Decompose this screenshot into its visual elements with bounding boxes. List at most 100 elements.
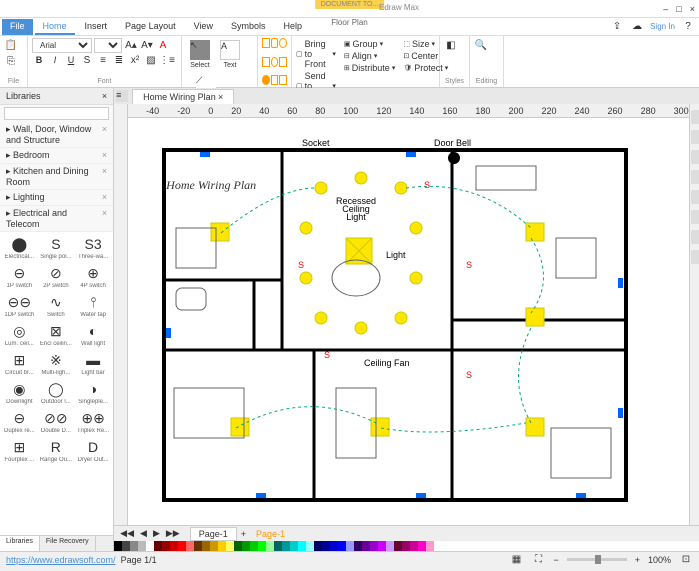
rtool-1[interactable] (691, 110, 699, 124)
tab-view[interactable]: View (186, 19, 221, 35)
shape-Electrical-[interactable]: ⬤Electrical... (2, 234, 37, 262)
rtool-7[interactable] (691, 230, 699, 244)
doc-menu-icon[interactable]: ≡ (116, 90, 128, 102)
page-first-button[interactable]: ◀◀ (118, 528, 136, 539)
shape-Singleple-[interactable]: ◑Singleple... (75, 379, 111, 407)
color-swatch[interactable] (386, 541, 394, 551)
color-swatch[interactable] (394, 541, 402, 551)
color-swatch[interactable] (202, 541, 210, 551)
shape-circle[interactable] (279, 38, 287, 48)
color-swatch[interactable] (186, 541, 194, 551)
color-swatch[interactable] (162, 541, 170, 551)
strike-icon[interactable]: S (80, 53, 94, 67)
view-full-icon[interactable]: ⛶ (531, 553, 545, 567)
rtool-8[interactable] (691, 250, 699, 264)
page-add-button[interactable]: + (237, 529, 250, 539)
find-icon[interactable]: 🔍 (474, 38, 488, 52)
shape-Triplex-Re-[interactable]: ⊕⊕Triplex Re... (75, 408, 111, 436)
text-tool[interactable]: AText (216, 38, 244, 71)
underline-icon[interactable]: U (64, 53, 78, 67)
shape-para[interactable] (279, 75, 287, 85)
shape-Wall-light[interactable]: ◐Wall light (75, 321, 111, 349)
shape-Lum-ceil-[interactable]: ◎Lum. ceil... (2, 321, 37, 349)
maximize-button[interactable]: □ (676, 4, 681, 14)
styles-icon[interactable]: ◧ (444, 38, 458, 52)
color-swatch[interactable] (258, 541, 266, 551)
shape-Duplex-re-[interactable]: ⊖Duplex re... (2, 408, 37, 436)
doc-tab-close-icon[interactable]: × (218, 92, 223, 102)
color-swatch[interactable] (266, 541, 274, 551)
page-tab[interactable]: Page-1 (190, 527, 237, 541)
shape-Range-Ou-[interactable]: RRange Ou... (38, 437, 74, 465)
color-swatch[interactable] (338, 541, 346, 551)
color-swatch[interactable] (282, 541, 290, 551)
color-swatch[interactable] (218, 541, 226, 551)
tab-insert[interactable]: Insert (77, 19, 116, 35)
group-button[interactable]: ▣ Group ▾ (344, 38, 395, 50)
tab-page-layout[interactable]: Page Layout (117, 19, 184, 35)
sidebar-tab-recovery[interactable]: File Recovery (40, 536, 96, 551)
distribute-button[interactable]: ⊞ Distribute ▾ (344, 62, 395, 74)
shape-ellipse[interactable] (271, 57, 279, 67)
rtool-6[interactable] (691, 210, 699, 224)
shape-Dryer-Out-[interactable]: DDryer Out... (75, 437, 111, 465)
color-swatch[interactable] (426, 541, 434, 551)
shape-diamond[interactable] (279, 57, 287, 67)
shape-tri[interactable] (262, 57, 270, 67)
color-swatch[interactable] (314, 541, 322, 551)
italic-icon[interactable]: I (48, 53, 62, 67)
share-icon[interactable]: ⇪ (610, 20, 624, 34)
color-swatch[interactable] (114, 541, 122, 551)
font-name-select[interactable]: Arial (32, 38, 92, 53)
view-normal-icon[interactable]: ▦ (509, 553, 523, 567)
library-search-input[interactable] (4, 107, 109, 120)
cat-close-icon[interactable]: × (102, 166, 107, 187)
sidebar-cat-0[interactable]: ▸ Wall, Door, Window and Structure× (0, 122, 113, 148)
font-increase-icon[interactable]: A▴ (124, 38, 138, 52)
sidebar-tab-libraries[interactable]: Libraries (0, 536, 40, 551)
color-swatch[interactable] (346, 541, 354, 551)
superscript-icon[interactable]: x² (128, 53, 142, 67)
signin-link[interactable]: Sign In (650, 22, 675, 31)
shape-Double-D-[interactable]: ⊘⊘Double D... (38, 408, 74, 436)
shape-Circuit-br-[interactable]: ⊞Circuit br... (2, 350, 37, 378)
cat-close-icon[interactable]: × (102, 192, 107, 203)
bring-front-button[interactable]: ▢ Bring to Front ▾ (296, 38, 336, 70)
color-swatch[interactable] (330, 541, 338, 551)
rtool-4[interactable] (691, 170, 699, 184)
font-color-icon[interactable]: A (156, 38, 170, 52)
sidebar-cat-1[interactable]: ▸ Bedroom× (0, 148, 113, 164)
select-tool[interactable]: ↖Select (186, 38, 214, 71)
fit-icon[interactable]: ⊡ (679, 553, 693, 567)
color-swatch[interactable] (418, 541, 426, 551)
color-swatch[interactable] (362, 541, 370, 551)
align-left-icon[interactable]: ≡ (96, 53, 110, 67)
zoom-in-button[interactable]: + (635, 555, 640, 565)
color-swatch[interactable] (322, 541, 330, 551)
copy-icon[interactable]: ⎘ (4, 54, 18, 68)
status-url[interactable]: https://www.edrawsoft.com/ (6, 555, 116, 565)
color-swatch[interactable] (378, 541, 386, 551)
zoom-out-button[interactable]: − (553, 555, 558, 565)
close-button[interactable]: × (690, 4, 695, 14)
tab-home[interactable]: Home (35, 19, 75, 35)
cloud-icon[interactable]: ☁ (630, 20, 644, 34)
shape-4P-switch[interactable]: ⊕4P switch (75, 263, 111, 291)
zoom-slider[interactable] (567, 558, 627, 561)
rtool-5[interactable] (691, 190, 699, 204)
color-swatch[interactable] (146, 541, 154, 551)
highlight-icon[interactable]: ▨ (144, 53, 158, 67)
color-swatch[interactable] (226, 541, 234, 551)
document-tab[interactable]: Home Wiring Plan × (132, 89, 234, 104)
bullets-icon[interactable]: ⋮≡ (160, 53, 174, 67)
shape-oval[interactable] (262, 75, 270, 85)
color-swatch[interactable] (178, 541, 186, 551)
minimize-button[interactable]: – (663, 4, 668, 14)
page-prev-button[interactable]: ◀ (138, 528, 149, 539)
page-last-button[interactable]: ▶▶ (164, 528, 182, 539)
shape-hex[interactable] (271, 75, 279, 85)
color-palette[interactable] (114, 541, 699, 551)
color-swatch[interactable] (154, 541, 162, 551)
color-swatch[interactable] (290, 541, 298, 551)
canvas[interactable]: Home Wiring Plan Socket (128, 118, 688, 525)
